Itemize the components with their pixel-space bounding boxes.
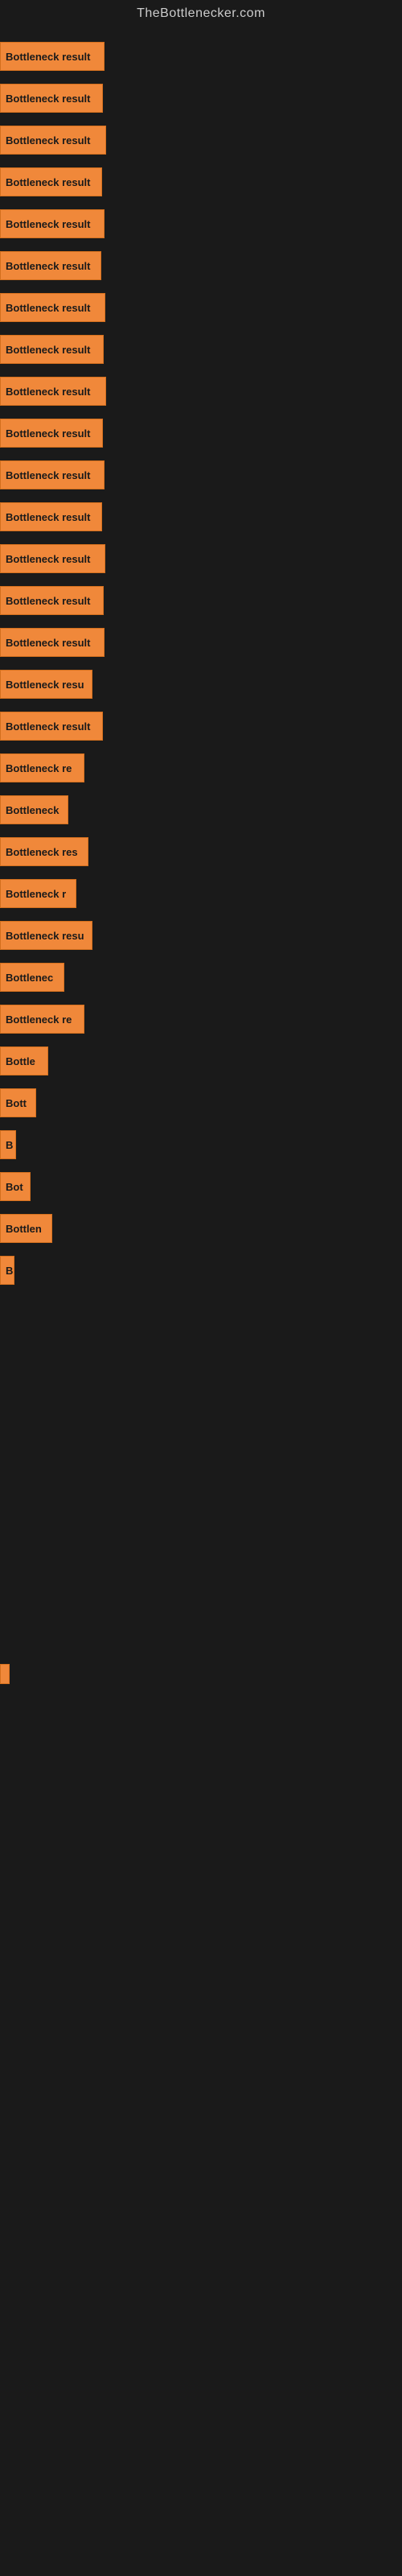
bottleneck-bar-25: Bott <box>0 1088 36 1117</box>
bottleneck-bar-8: Bottleneck result <box>0 377 106 406</box>
bottleneck-bar-label-2: Bottleneck result <box>6 134 90 147</box>
bottleneck-bar-label-17: Bottleneck re <box>6 762 72 774</box>
bar-row-22: Bottlenec <box>0 956 402 998</box>
bottleneck-bar-7: Bottleneck result <box>0 335 104 364</box>
bottleneck-bar-9: Bottleneck result <box>0 419 103 448</box>
bottleneck-bar-label-12: Bottleneck result <box>6 553 90 565</box>
bottleneck-bar-11: Bottleneck result <box>0 502 102 531</box>
bottleneck-bar-5: Bottleneck result <box>0 251 101 280</box>
bottleneck-bar-label-19: Bottleneck res <box>6 846 78 858</box>
bottleneck-bar-label-22: Bottlenec <box>6 972 53 984</box>
bar-row-29: B <box>0 1249 402 1291</box>
bottleneck-bar-label-18: Bottleneck <box>6 804 59 816</box>
bar-row-6: Bottleneck result <box>0 287 402 328</box>
bottleneck-bar-27: Bot <box>0 1172 31 1201</box>
site-title: TheBottlenecker.com <box>0 0 402 27</box>
bottleneck-bar-label-0: Bottleneck result <box>6 51 90 63</box>
bottleneck-bar-19: Bottleneck res <box>0 837 88 866</box>
bar-row-25: Bott <box>0 1082 402 1124</box>
bottleneck-bar-14: Bottleneck result <box>0 628 105 657</box>
bottleneck-bar-3: Bottleneck result <box>0 167 102 196</box>
bottleneck-bar-29: B <box>0 1256 14 1285</box>
bottleneck-bar-0: Bottleneck result <box>0 42 105 71</box>
bottleneck-bar-17: Bottleneck re <box>0 753 84 782</box>
bottleneck-bar-16: Bottleneck result <box>0 712 103 741</box>
empty-section <box>0 1299 402 1541</box>
bar-row-28: Bottlen <box>0 1208 402 1249</box>
bottleneck-bar-label-23: Bottleneck re <box>6 1013 72 1026</box>
tiny-bar-row-extra <box>0 1653 402 1694</box>
bottleneck-bar-22: Bottlenec <box>0 963 64 992</box>
bars-container: Bottleneck result Bottleneck result Bottle… <box>0 27 402 1299</box>
bottleneck-bar-label-24: Bottle <box>6 1055 35 1067</box>
bar-row-17: Bottleneck re <box>0 747 402 789</box>
bar-row-16: Bottleneck result <box>0 705 402 747</box>
bottleneck-bar-label-4: Bottleneck result <box>6 218 90 230</box>
bottleneck-bar-4: Bottleneck result <box>0 209 105 238</box>
bar-row-20: Bottleneck r <box>0 873 402 914</box>
bar-row-12: Bottleneck result <box>0 538 402 580</box>
bar-row-8: Bottleneck result <box>0 370 402 412</box>
bar-row-21: Bottleneck resu <box>0 914 402 956</box>
bottleneck-bar-23: Bottleneck re <box>0 1005 84 1034</box>
bar-row-11: Bottleneck result <box>0 496 402 538</box>
bar-row-10: Bottleneck result <box>0 454 402 496</box>
bottleneck-bar-6: Bottleneck result <box>0 293 105 322</box>
bottleneck-bar-28: Bottlen <box>0 1214 52 1243</box>
bar-row-1: Bottleneck result <box>0 77 402 119</box>
bottleneck-bar-2: Bottleneck result <box>0 126 106 155</box>
bottleneck-bar-label-6: Bottleneck result <box>6 302 90 314</box>
bottleneck-bar-13: Bottleneck result <box>0 586 104 615</box>
bottleneck-bar-21: Bottleneck resu <box>0 921 92 950</box>
bottleneck-bar-1: Bottleneck result <box>0 84 103 113</box>
bottleneck-bar-20: Bottleneck r <box>0 879 76 908</box>
bottleneck-bar-18: Bottleneck <box>0 795 68 824</box>
bottleneck-bar-12: Bottleneck result <box>0 544 105 573</box>
bottleneck-bar-label-27: Bot <box>6 1181 23 1193</box>
bar-row-26: B <box>0 1124 402 1166</box>
bottleneck-bar-24: Bottle <box>0 1046 48 1075</box>
bar-row-24: Bottle <box>0 1040 402 1082</box>
bar-row-7: Bottleneck result <box>0 328 402 370</box>
bottleneck-bar-label-20: Bottleneck r <box>6 888 66 900</box>
bar-row-15: Bottleneck resu <box>0 663 402 705</box>
bar-row-19: Bottleneck res <box>0 831 402 873</box>
bottleneck-bar-label-14: Bottleneck result <box>6 637 90 649</box>
bar-row-9: Bottleneck result <box>0 412 402 454</box>
bottleneck-bar-label-28: Bottlen <box>6 1223 42 1235</box>
bottleneck-bar-label-5: Bottleneck result <box>6 260 90 272</box>
bottleneck-bar-label-29: B <box>6 1265 13 1277</box>
bar-row-23: Bottleneck re <box>0 998 402 1040</box>
bottleneck-bar-label-15: Bottleneck resu <box>6 679 84 691</box>
bar-row-3: Bottleneck result <box>0 161 402 203</box>
bar-row-0: Bottleneck result <box>0 35 402 77</box>
bar-row-18: Bottleneck <box>0 789 402 831</box>
bottleneck-bar-label-8: Bottleneck result <box>6 386 90 398</box>
bottleneck-bar-label-13: Bottleneck result <box>6 595 90 607</box>
bar-row-2: Bottleneck result <box>0 119 402 161</box>
bottleneck-bar-10: Bottleneck result <box>0 460 105 489</box>
bar-row-4: Bottleneck result <box>0 203 402 245</box>
bottleneck-bar-label-16: Bottleneck result <box>6 720 90 733</box>
bottleneck-bar-label-9: Bottleneck result <box>6 427 90 440</box>
bottleneck-bar-label-3: Bottleneck result <box>6 176 90 188</box>
bottleneck-bar-15: Bottleneck resu <box>0 670 92 699</box>
bar-row-13: Bottleneck result <box>0 580 402 621</box>
bottleneck-bar-label-11: Bottleneck result <box>6 511 90 523</box>
bottleneck-bar-26: B <box>0 1130 16 1159</box>
site-title-container: TheBottlenecker.com <box>0 0 402 27</box>
bottleneck-bar-label-26: B <box>6 1139 13 1151</box>
bar-row-27: Bot <box>0 1166 402 1208</box>
bottleneck-bar-label-21: Bottleneck resu <box>6 930 84 942</box>
bar-row-5: Bottleneck result <box>0 245 402 287</box>
bottleneck-bar-label-10: Bottleneck result <box>6 469 90 481</box>
bottleneck-bar-label-7: Bottleneck result <box>6 344 90 356</box>
bottleneck-bar-label-1: Bottleneck result <box>6 93 90 105</box>
bar-row-14: Bottleneck result <box>0 621 402 663</box>
tiny-bar-extra <box>0 1664 10 1684</box>
bottleneck-bar-label-25: Bott <box>6 1097 27 1109</box>
